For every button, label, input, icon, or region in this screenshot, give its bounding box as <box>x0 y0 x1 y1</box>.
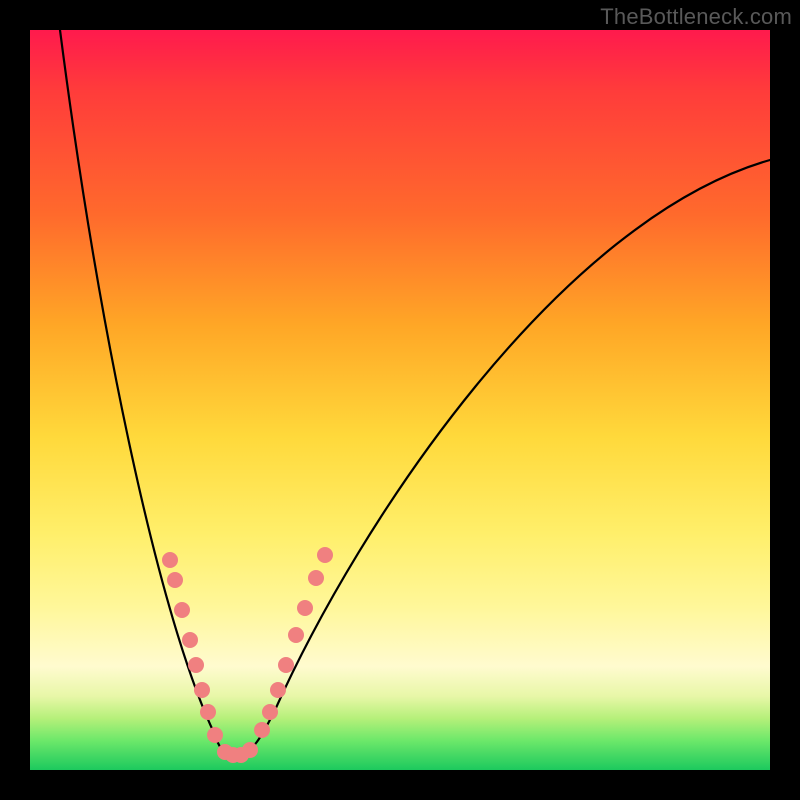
chart-frame: TheBottleneck.com <box>0 0 800 800</box>
watermark-text: TheBottleneck.com <box>600 4 792 30</box>
gradient-background <box>30 30 770 770</box>
